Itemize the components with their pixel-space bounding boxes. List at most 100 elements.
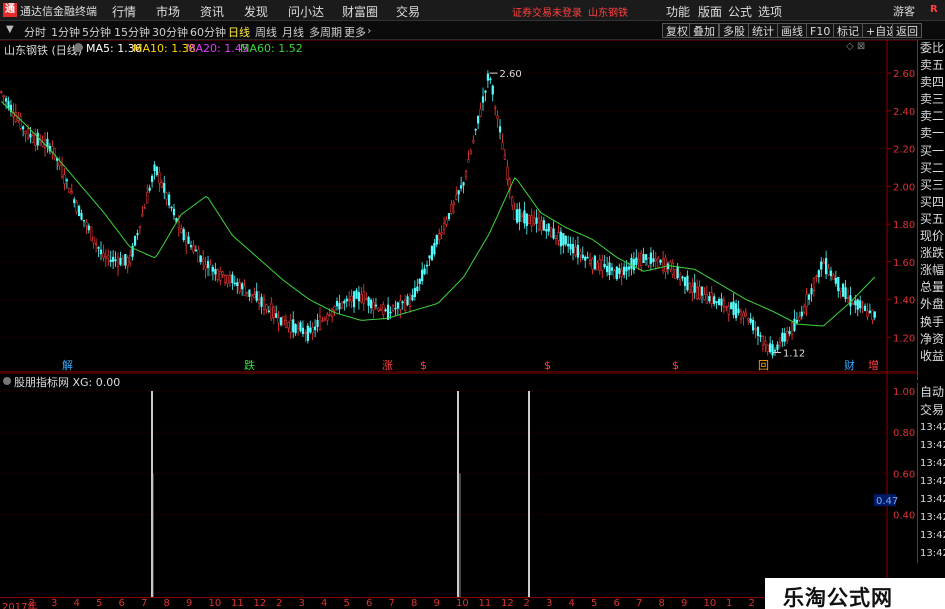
- period-5min[interactable]: 5分钟: [82, 24, 111, 40]
- login-notice[interactable]: 证券交易未登录: [512, 4, 582, 19]
- side-item[interactable]: 卖五: [918, 57, 945, 74]
- candle-body: [365, 298, 368, 301]
- draw-line-button[interactable]: 画线: [777, 23, 807, 38]
- statistics-button[interactable]: 统计: [748, 23, 778, 38]
- side-item[interactable]: 卖三: [918, 91, 945, 108]
- period-30min[interactable]: 30分钟: [152, 24, 188, 40]
- candle-body: [442, 222, 446, 230]
- x-tick-label: 8: [163, 598, 170, 609]
- candle-body: [696, 286, 699, 299]
- side-item[interactable]: 收益: [918, 348, 945, 365]
- mark-button[interactable]: 标记: [833, 23, 863, 38]
- guest-label[interactable]: 游客: [893, 3, 915, 19]
- side-item[interactable]: 买四: [918, 194, 945, 211]
- menu-wealth[interactable]: 财富圈: [342, 3, 378, 20]
- period-monthly[interactable]: 月线: [282, 24, 304, 40]
- candle-body: [788, 331, 791, 335]
- side-item[interactable]: 买五: [918, 211, 945, 228]
- period-1min[interactable]: 1分钟: [51, 24, 80, 40]
- f10-button[interactable]: F10: [806, 23, 835, 38]
- candle-body: [170, 206, 173, 209]
- candle-body: [644, 254, 648, 260]
- side-item[interactable]: 外盘: [918, 296, 945, 313]
- candle-body: [569, 243, 572, 250]
- signal-bars: [151, 391, 530, 607]
- panel-controls[interactable]: ◇ ⊠: [846, 41, 865, 52]
- candle-body: [304, 332, 307, 334]
- multi-stock-button[interactable]: 多股: [719, 23, 749, 38]
- indicator-toggle-icon[interactable]: [3, 377, 11, 385]
- back-button[interactable]: 返回: [892, 23, 922, 38]
- candle-body: [199, 255, 202, 263]
- menu-market[interactable]: 市场: [156, 3, 180, 20]
- side-item[interactable]: 买一: [918, 143, 945, 160]
- side-item[interactable]: 现价: [918, 228, 945, 245]
- side-item[interactable]: 卖一: [918, 125, 945, 142]
- menu-discover[interactable]: 发现: [244, 3, 268, 20]
- candlestick-series: [0, 70, 876, 359]
- side-item[interactable]: 总量: [918, 279, 945, 296]
- period-60min[interactable]: 60分钟: [190, 24, 226, 40]
- kline-chart[interactable]: 2.60 2.40 2.20 2.00 1.80 1.60 1.40 1.20 2.60 1.1…: [0, 40, 945, 373]
- candle-body: [851, 303, 854, 305]
- candle-body: [85, 221, 88, 226]
- stock-notice[interactable]: 山东钢铁: [588, 4, 628, 19]
- side-item[interactable]: 涨幅: [918, 262, 945, 279]
- side-lower-item[interactable]: 交易: [918, 401, 945, 419]
- x-tick-label: 8: [658, 598, 665, 609]
- side-item[interactable]: 买三: [918, 177, 945, 194]
- adjust-button[interactable]: 复权: [662, 23, 692, 38]
- candle-body: [832, 274, 835, 280]
- menu-function[interactable]: 功能: [666, 3, 690, 20]
- period-15min[interactable]: 15分钟: [114, 24, 150, 40]
- ma-toggle-icon[interactable]: [74, 43, 83, 52]
- side-item[interactable]: 净资: [918, 331, 945, 348]
- candle-body: [202, 258, 205, 263]
- period-multi[interactable]: 多周期: [309, 24, 342, 40]
- candle-body: [243, 286, 246, 296]
- candle-body: [688, 283, 691, 293]
- period-daily[interactable]: 日线: [228, 24, 250, 40]
- menu-ask[interactable]: 问小达: [288, 3, 324, 20]
- candle-body: [82, 219, 86, 222]
- period-toolbar: ▼ 分时 1分钟 5分钟 15分钟 30分钟 60分钟 日线 周线 月线 多周期…: [0, 21, 945, 40]
- stock-label[interactable]: 山东钢铁 (日线): [4, 42, 82, 58]
- side-item[interactable]: 委比: [918, 40, 945, 57]
- period-weekly[interactable]: 周线: [255, 24, 277, 40]
- candle-body: [523, 210, 526, 224]
- candle-body: [172, 208, 176, 216]
- menu-trade[interactable]: 交易: [396, 3, 420, 20]
- candle-body: [282, 316, 285, 326]
- candle-body: [545, 229, 548, 232]
- menu-options[interactable]: 选项: [758, 3, 782, 20]
- side-item[interactable]: 卖二: [918, 108, 945, 125]
- y-tick-label: 1.60: [893, 258, 915, 269]
- more-chevron-icon[interactable]: ›: [367, 24, 371, 37]
- menu-news[interactable]: 资讯: [200, 3, 224, 20]
- indicator-name[interactable]: 股朋指标网 XG: 0.00: [14, 374, 120, 390]
- candle-body: [525, 213, 528, 226]
- period-timeshare[interactable]: 分时: [24, 24, 46, 40]
- menu-quotes[interactable]: 行情: [112, 3, 136, 20]
- menu-layout[interactable]: 版面: [698, 3, 722, 20]
- candle-body: [394, 307, 397, 310]
- candle-body: [866, 310, 869, 318]
- side-lower-item[interactable]: 自动: [918, 383, 945, 401]
- overlay-button[interactable]: 叠加: [689, 23, 719, 38]
- candle-body: [754, 328, 757, 330]
- candle-body: [783, 333, 786, 342]
- side-item[interactable]: 涨跌: [918, 245, 945, 262]
- period-more[interactable]: 更多: [344, 24, 366, 40]
- candle-body: [873, 311, 876, 318]
- menu-formula[interactable]: 公式: [728, 3, 752, 20]
- side-item[interactable]: 卖四: [918, 74, 945, 91]
- trade-time: 13:42: [920, 548, 945, 559]
- candle-body: [435, 235, 438, 245]
- side-item[interactable]: 买二: [918, 160, 945, 177]
- indicator-chart[interactable]: 1.00 0.80 0.60 0.40 0.47: [0, 373, 945, 609]
- toolbar-collapse-icon[interactable]: ▼: [6, 24, 14, 35]
- candle-body: [598, 259, 601, 271]
- side-item[interactable]: 换手: [918, 314, 945, 331]
- candle-body: [413, 287, 416, 297]
- trade-time: 13:42: [920, 476, 945, 487]
